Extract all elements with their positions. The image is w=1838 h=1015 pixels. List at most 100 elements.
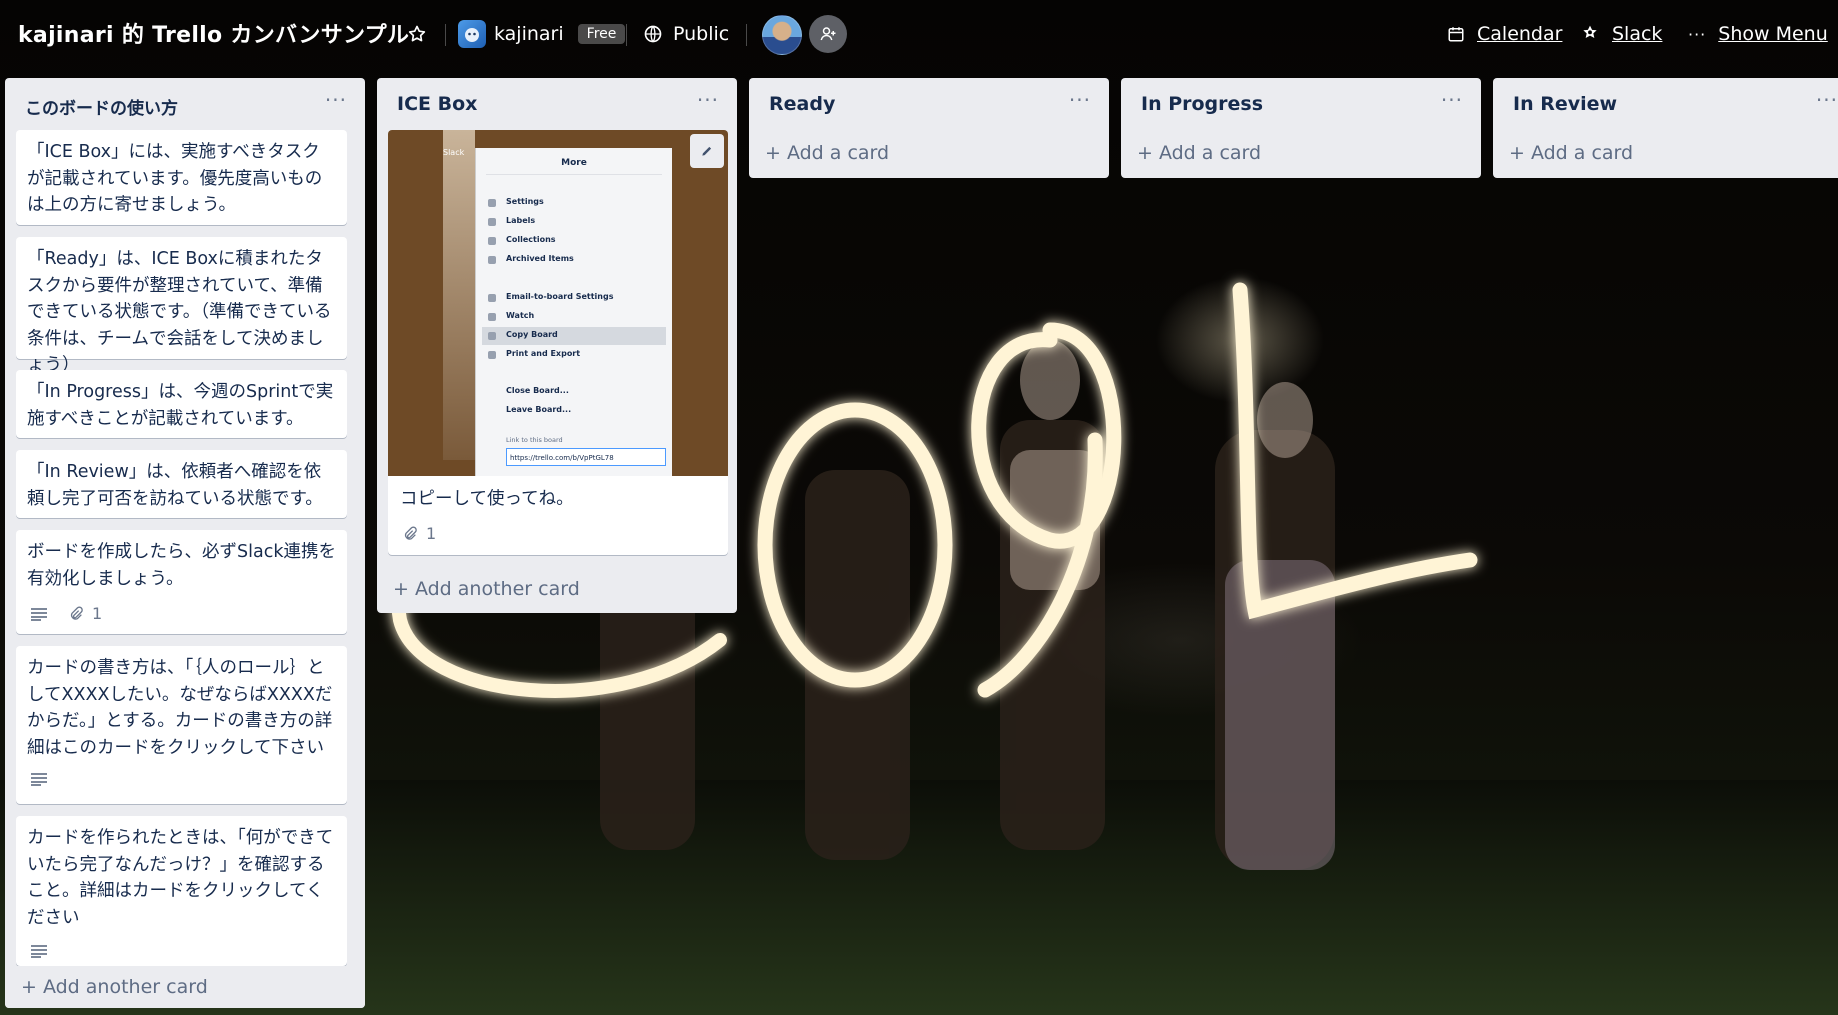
plan-badge: Free [577, 24, 626, 44]
add-card-button[interactable]: + Add a card [1509, 142, 1633, 164]
cover-menu-item: Labels [506, 216, 536, 225]
slack-icon [1583, 25, 1597, 38]
slack-label: Slack [1612, 23, 1663, 45]
card-cover-image: Slack More Settings Labels Collections A… [388, 130, 728, 476]
workspace-avatar [458, 20, 486, 48]
show-menu-button[interactable]: ··· Show Menu [1688, 14, 1828, 54]
add-card-button[interactable]: + Add a card [1137, 142, 1261, 164]
cover-menu-item: Watch [506, 311, 535, 320]
member-avatar[interactable] [762, 15, 802, 55]
list-in-review: In Review ··· + Add a card [1493, 78, 1838, 178]
workspace-button[interactable]: kajinari Free [458, 14, 626, 54]
attachment-icon [70, 606, 83, 620]
list-header: このボードの使い方 ··· [5, 78, 365, 130]
list-title[interactable]: In Progress [1141, 93, 1263, 115]
list-card[interactable]: 「ICE Box」には、実施すべきタスクが記載されています。優先度高いものは上の… [16, 130, 347, 225]
calendar-icon [1448, 27, 1464, 42]
add-another-card-button[interactable]: + Add another card [393, 578, 580, 600]
description-badge [30, 772, 48, 786]
add-member-icon [820, 27, 836, 41]
card-title: 「In Progress」は、今週のSprintで実施すべきことが記載されていま… [27, 382, 334, 429]
list-card[interactable]: カードの書き方は、「｛人のロール｝としてXXXXしたい。なぜならばXXXXだから… [16, 646, 347, 804]
star-button[interactable] [405, 14, 429, 54]
attachment-count: 1 [426, 524, 437, 543]
cover-menu-item: Settings [506, 197, 544, 206]
cover-photo-strip [443, 130, 475, 460]
attachment-badge: 1 [68, 604, 102, 623]
cover-menu-item: Archived Items [506, 254, 574, 263]
cover-link-field: https://trello.com/b/VpPtGL78 [506, 448, 666, 466]
cover-menu-panel: More Settings Labels Collections Archive… [475, 148, 672, 476]
workspace-name: kajinari [494, 23, 564, 45]
attachment-badge: 1 [402, 524, 436, 543]
list-in-progress: In Progress ··· + Add a card [1121, 78, 1481, 178]
calendar-button[interactable]: Calendar [1447, 14, 1562, 54]
cover-menu-item: Leave Board... [506, 405, 572, 414]
list-card[interactable]: 「Ready」は、ICE Boxに積まれたタスクから要件が整理されていて、準備で… [16, 237, 347, 375]
card-title: カードの書き方は、「｛人のロール｝としてXXXXしたい。なぜならばXXXXだから… [27, 658, 333, 758]
list-card[interactable]: Slack More Settings Labels Collections A… [388, 130, 728, 555]
card-title: 「Ready」は、ICE Boxに積まれたタスクから要件が整理されていて、準備で… [27, 249, 332, 375]
list-card[interactable]: 「In Progress」は、今週のSprintで実施すべきことが記載されていま… [16, 370, 347, 438]
star-icon [408, 25, 426, 42]
list-header: ICE Box ··· [377, 78, 737, 130]
cover-menu-item: Collections [506, 235, 556, 244]
cover-menu-item: Close Board... [506, 386, 569, 395]
card-title: カードを作られたときは、「何ができていたら完了なんだっけ？」を確認すること。詳細… [27, 828, 334, 928]
list-card[interactable]: 「In Review」は、依頼者へ確認を依頼し完了可否を訪ねている状態です。 [16, 450, 347, 518]
description-icon [31, 773, 47, 786]
list-header: Ready ··· [749, 78, 1109, 130]
list-header: In Review ··· [1493, 78, 1838, 130]
header-divider [445, 24, 446, 46]
list-footer: + Add another card [5, 966, 365, 1008]
list-ready: Ready ··· + Add a card [749, 78, 1109, 178]
show-menu-label: Show Menu [1718, 23, 1828, 45]
pencil-icon [702, 146, 712, 156]
list-menu-button[interactable]: ··· [1441, 88, 1463, 112]
cover-menu-item: Print and Export [506, 349, 581, 358]
cover-menu-item: Email-to-board Settings [506, 292, 614, 301]
card-badges [30, 944, 48, 958]
list-menu-button[interactable]: ··· [325, 88, 347, 112]
list-title[interactable]: In Review [1513, 93, 1617, 115]
description-badge [30, 944, 48, 958]
card-title: ボードを作成したら、必ずSlack連携を有効化しましょう。 [27, 542, 336, 589]
visibility-label: Public [673, 23, 730, 45]
list-title[interactable]: ICE Box [397, 93, 477, 115]
cover-panel-title: More [561, 158, 587, 168]
list-card[interactable]: ボードを作成したら、必ずSlack連携を有効化しましょう。 1 [16, 530, 347, 634]
board-title[interactable]: kajinari 的 Trello カンバンサンプル [18, 17, 409, 49]
list-title[interactable]: このボードの使い方 [25, 94, 178, 119]
cover-link-label: Link to this board [506, 436, 563, 444]
edit-card-button[interactable] [690, 134, 724, 168]
card-badges [30, 772, 48, 786]
add-card-button[interactable]: + Add a card [765, 142, 889, 164]
list-card[interactable]: カードを作られたときは、「何ができていたら完了なんだっけ？」を確認すること。詳細… [16, 816, 347, 966]
add-another-card-button[interactable]: + Add another card [21, 976, 208, 998]
list-title[interactable]: Ready [769, 93, 835, 115]
more-icon: ··· [1688, 24, 1707, 44]
header-divider [746, 24, 747, 46]
description-badge [30, 607, 48, 621]
card-badges: 1 [30, 604, 102, 623]
card-title: 「In Review」は、依頼者へ確認を依頼し完了可否を訪ねている状態です。 [27, 462, 323, 509]
description-icon [31, 945, 47, 958]
description-icon [31, 607, 47, 621]
visibility-button[interactable]: Public [643, 14, 729, 54]
board-header: kajinari 的 Trello カンバンサンプル kajinari Free… [0, 0, 1838, 68]
card-badges: 1 [402, 524, 436, 543]
attachment-count: 1 [92, 604, 103, 623]
list-how-to-use: このボードの使い方 ··· 「ICE Box」には、実施すべきタスクが記載されて… [5, 78, 365, 1008]
list-menu-button[interactable]: ··· [1816, 88, 1838, 112]
cover-sidebar-label: Slack [443, 148, 465, 157]
slack-button[interactable]: Slack [1580, 14, 1662, 54]
card-title: コピーして使ってね。 [400, 489, 574, 509]
cover-menu-item: Copy Board [506, 330, 558, 339]
invite-member-button[interactable] [809, 15, 847, 53]
header-divider [626, 24, 627, 46]
list-ice-box: ICE Box ··· Slack More Settings Labels C… [377, 78, 737, 613]
list-menu-button[interactable]: ··· [1069, 88, 1091, 112]
list-menu-button[interactable]: ··· [697, 88, 719, 112]
attachment-icon [404, 526, 417, 540]
globe-icon [644, 25, 662, 43]
